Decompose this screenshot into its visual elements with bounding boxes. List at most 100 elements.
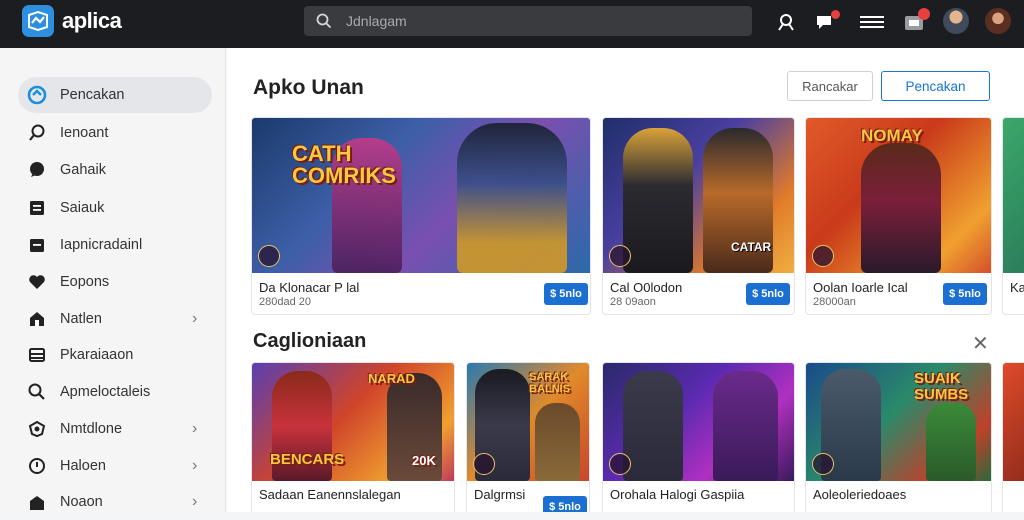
document-icon: [27, 198, 47, 218]
avatar[interactable]: [943, 8, 969, 34]
chat-bubble-icon: [27, 160, 47, 180]
sidebar-item-eopons[interactable]: Eopons: [18, 264, 212, 300]
sidebar-item-nmtdlone[interactable]: Nmtdlone ›: [18, 411, 212, 447]
sidebar-item-ienoant[interactable]: Ienoant: [18, 115, 212, 151]
game-card[interactable]: CATH COMRIKS Da Klonacar P lal 280dad 20…: [251, 117, 591, 315]
close-icon[interactable]: ✕: [972, 331, 989, 356]
game-thumbnail: CATH COMRIKS: [252, 118, 590, 273]
game-thumbnail: SUAIK SUMBS: [806, 363, 991, 481]
sidebar-item-label: Iapnicradainl: [60, 237, 143, 253]
search-input[interactable]: Jdnlagam: [304, 6, 752, 36]
game-badge-icon: [473, 453, 495, 475]
sidebar-item-pkaraiaaon[interactable]: Pkaraiaaon: [18, 337, 212, 373]
top-bar: aplica Jdnlagam: [0, 0, 1024, 48]
folder-icon: [27, 235, 47, 255]
card-title: Da Klonacar P lal: [259, 280, 360, 295]
clock-icon: [27, 456, 47, 476]
game-card[interactable]: CATAR Cal O0lodon 28 09aon $ 5nlo: [602, 117, 795, 315]
game-badge-icon: [609, 245, 631, 267]
sidebar-item-natlen[interactable]: Natlen ›: [18, 301, 212, 337]
game-thumbnail: NARAD BENCARS 20K: [252, 363, 454, 481]
menu-text-icon[interactable]: [858, 11, 886, 33]
sidebar-item-label: Nmtdlone: [60, 421, 123, 437]
chevron-right-icon: ›: [192, 310, 198, 327]
sidebar-item-saiauk[interactable]: Saiauk: [18, 190, 212, 226]
poster-title: SUAIK SUMBS: [914, 370, 969, 403]
sidebar-item-pencakan[interactable]: Pencakan: [18, 77, 212, 113]
game-card[interactable]: NARAD BENCARS 20K Sadaan Eanennslalegan: [251, 362, 455, 512]
notification-badge: [831, 10, 840, 19]
game-card[interactable]: Orohala Halogi Gaspiia: [602, 362, 795, 512]
secondary-button[interactable]: Rancakar: [787, 71, 873, 101]
game-badge-icon: [812, 453, 834, 475]
game-card[interactable]: SUAIK SUMBS Aoleoleriedoaes: [805, 362, 992, 512]
card-subtitle: 280dad 20: [259, 296, 311, 308]
card-title: Oolan Ioarle Ical: [813, 280, 908, 295]
primary-button[interactable]: Pencakan: [881, 71, 990, 101]
game-card[interactable]: NOMAY Oolan Ioarle Ical 28000an $ 5nlo: [805, 117, 992, 315]
card-title: Aoleoleriedoaes: [813, 487, 907, 502]
app-logo[interactable]: aplica: [22, 5, 122, 37]
section-title: Apko Unan: [253, 76, 364, 99]
game-thumbnail: [603, 363, 794, 481]
heart-icon: [27, 272, 47, 292]
section-title: Caglioniaan: [253, 330, 367, 352]
game-thumbnail: [1003, 118, 1024, 273]
sidebar: Pencakan Ienoant Gahaik Saiauk Iapnicrad…: [0, 48, 226, 512]
chevron-right-icon: ›: [192, 493, 198, 510]
sidebar-item-label: Natlen: [60, 311, 102, 327]
logo-mark-icon: [22, 5, 54, 37]
sidebar-item-label: Gahaik: [60, 162, 106, 178]
game-thumbnail: NOMAY: [806, 118, 991, 273]
avatar[interactable]: [985, 8, 1011, 34]
game-badge-icon: [812, 245, 834, 267]
price-button[interactable]: $ 5nlo: [544, 283, 588, 305]
shield-icon: [27, 419, 47, 439]
price-button[interactable]: $ 5nlo: [746, 283, 790, 305]
game-card[interactable]: SARAK BALNIS Dalgrmsi $ 5nlo: [466, 362, 590, 512]
sidebar-item-apmeloctaleis[interactable]: Apmeloctaleis: [18, 374, 212, 410]
card-title: Cal O0lodon: [610, 280, 683, 295]
price-button[interactable]: $ 5nlo: [943, 283, 987, 305]
app-name: aplica: [62, 8, 122, 33]
magnifier-icon: [27, 382, 47, 402]
sidebar-item-label: Pencakan: [60, 87, 125, 103]
sidebar-item-noaon[interactable]: Noaon ›: [18, 484, 212, 520]
poster-title: CATAR: [731, 240, 772, 254]
card-subtitle: 28 09aon: [610, 296, 656, 308]
building-icon: [27, 492, 47, 512]
poster-subtitle: BENCARS: [270, 451, 345, 468]
sidebar-item-haloen[interactable]: Haloen ›: [18, 448, 212, 484]
controller-icon[interactable]: [775, 11, 797, 33]
card-title: Dalgrmsi: [474, 487, 526, 502]
gift-badge: [918, 8, 930, 20]
sidebar-item-label: Noaon: [60, 494, 103, 510]
card-title: Ka: [1010, 280, 1024, 295]
search-icon: [27, 123, 47, 143]
sidebar-item-label: Haloen: [60, 458, 106, 474]
sidebar-item-iapnicradainl[interactable]: Iapnicradainl: [18, 227, 212, 263]
sidebar-item-label: Apmeloctaleis: [60, 384, 151, 400]
poster-badge: 20K: [412, 453, 436, 468]
price-button[interactable]: $ 5nlo: [543, 496, 587, 512]
search-icon: [316, 13, 332, 29]
poster-title: SARAK BALNIS: [529, 371, 570, 395]
card-title: Orohala Halogi Gaspiia: [610, 487, 745, 502]
main-content: Apko Unan Rancakar Pencakan CATH COMRIKS…: [227, 48, 1024, 512]
poster-title: NARAD: [368, 371, 415, 386]
game-card[interactable]: Ka: [1002, 117, 1024, 315]
game-thumbnail: SARAK BALNIS: [467, 363, 589, 481]
card-subtitle: 28000an: [813, 296, 856, 308]
game-badge-icon: [609, 453, 631, 475]
home-icon: [27, 309, 47, 329]
game-card[interactable]: [1002, 362, 1024, 512]
sidebar-item-label: Saiauk: [60, 200, 105, 216]
poster-title: NOMAY: [861, 126, 923, 145]
game-badge-icon: [258, 245, 280, 267]
sidebar-item-label: Eopons: [60, 274, 110, 290]
search-placeholder: Jdnlagam: [346, 13, 407, 29]
chevron-right-icon: ›: [192, 457, 198, 474]
card-title: Sadaan Eanennslalegan: [259, 487, 401, 502]
chevron-right-icon: ›: [192, 420, 198, 437]
sidebar-item-gahaik[interactable]: Gahaik: [18, 152, 212, 188]
